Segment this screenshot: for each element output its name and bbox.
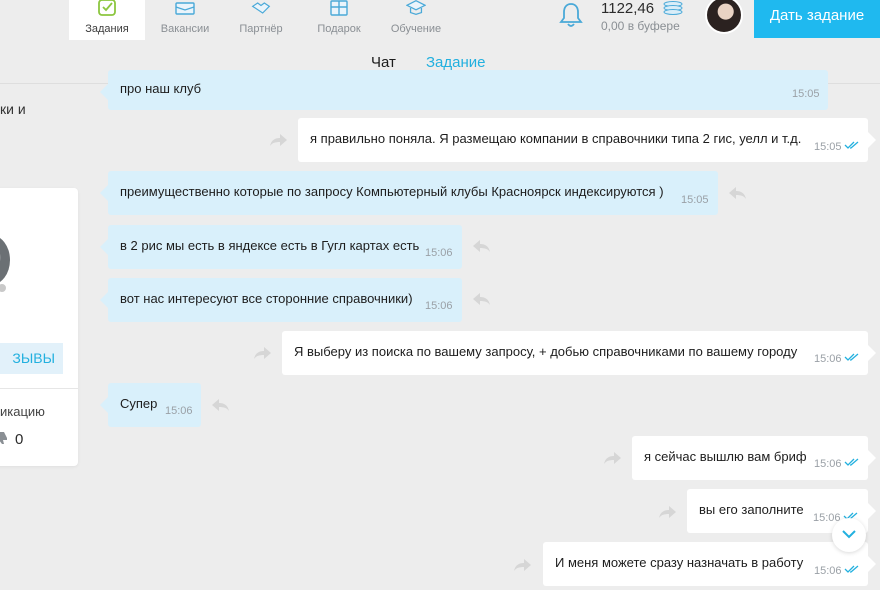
bell-icon[interactable] <box>559 2 583 28</box>
message-incoming: про наш клуб 15:05 <box>100 70 828 110</box>
reviews-button[interactable]: ЗЫВЫ <box>0 343 63 374</box>
reply-icon[interactable] <box>514 559 532 571</box>
message-outgoing: я сейчас вышлю вам бриф 15:06 <box>632 436 876 480</box>
message-text: преимущественно которые по запросу Компь… <box>120 184 664 199</box>
left-panel-caption: икацию <box>0 404 45 419</box>
message-text: вы его заполните <box>699 502 804 517</box>
message-time: 15:06 <box>425 300 453 312</box>
reply-icon[interactable] <box>211 399 229 411</box>
card-divider <box>0 388 78 389</box>
read-ticks-icon <box>844 565 859 573</box>
read-ticks-icon <box>844 458 859 466</box>
nav-item-learning-label: Обучение <box>390 23 442 35</box>
give-task-button[interactable]: Дать задание <box>754 0 880 38</box>
message-text: я правильно поняла. Я размещаю компании … <box>310 131 802 146</box>
reply-icon[interactable] <box>659 506 677 518</box>
briefcase-icon <box>175 2 195 15</box>
balance-amount: 1122,46 <box>601 0 655 17</box>
chevron-down-icon <box>842 530 856 539</box>
reply-icon[interactable] <box>270 134 288 146</box>
left-panel-text: ки и <box>0 101 26 117</box>
message-text: я сейчас вышлю вам бриф <box>644 449 807 464</box>
reply-icon[interactable] <box>472 293 490 305</box>
message-incoming: в 2 рис мы есть в яндексе есть в Гугл ка… <box>100 225 462 269</box>
tasks-icon <box>98 0 116 16</box>
message-time: 15:06 <box>814 565 842 577</box>
handshake-icon <box>251 2 271 14</box>
message-text: Супер <box>120 396 158 411</box>
top-nav: Задания Вакансии Партнёр Подарок Обучени… <box>0 0 880 40</box>
buffer-amount: 0,00 в буфере <box>601 19 680 33</box>
message-outgoing: я правильно поняла. Я размещаю компании … <box>298 118 876 162</box>
dislike-count: 0 <box>15 431 24 448</box>
message-time: 15:06 <box>814 353 842 365</box>
read-ticks-icon <box>844 353 859 361</box>
read-ticks-icon <box>844 141 859 149</box>
message-text: вот нас интересуют все сторонние справоч… <box>120 291 413 306</box>
message-time: 15:05 <box>814 141 842 153</box>
scroll-to-bottom-button[interactable] <box>832 518 866 552</box>
message-text: Я выберу из поиска по вашему запросу, + … <box>294 344 798 359</box>
message-incoming: вот нас интересуют все сторонние справоч… <box>100 278 462 322</box>
coins-icon <box>663 1 683 15</box>
nav-item-learning[interactable]: Обучение <box>378 0 454 40</box>
nav-item-gift-label: Подарок <box>317 23 361 35</box>
nav-item-tasks[interactable]: Задания <box>69 0 145 40</box>
message-time: 15:05 <box>792 88 820 100</box>
profile-card <box>0 188 78 466</box>
tab-chat[interactable]: Чат <box>371 54 396 71</box>
nav-item-partner-label: Партнёр <box>239 23 283 35</box>
reply-icon[interactable] <box>472 240 490 252</box>
message-outgoing: Я выберу из поиска по вашему запросу, + … <box>282 331 876 375</box>
reply-icon[interactable] <box>728 187 746 199</box>
message-time: 15:06 <box>165 405 193 417</box>
user-avatar[interactable] <box>705 0 743 34</box>
message-outgoing: И меня можете сразу назначать в работу 1… <box>543 542 876 586</box>
reply-icon[interactable] <box>254 347 272 359</box>
message-text: И меня можете сразу назначать в работу <box>555 555 804 570</box>
nav-item-partner[interactable]: Партнёр <box>223 0 299 40</box>
message-incoming: Супер 15:06 <box>100 383 201 427</box>
reply-icon[interactable] <box>604 452 622 464</box>
message-text: в 2 рис мы есть в яндексе есть в Гугл ка… <box>120 238 420 253</box>
tab-task[interactable]: Задание <box>426 54 486 71</box>
message-time: 15:05 <box>681 194 709 206</box>
nav-item-gift[interactable]: Подарок <box>301 0 377 40</box>
nav-item-tasks-label: Задания <box>85 23 129 35</box>
dislike-icon[interactable] <box>0 431 8 445</box>
graduation-cap-icon <box>406 0 426 16</box>
gift-icon <box>330 0 348 16</box>
nav-item-vacancies-label: Вакансии <box>160 23 210 35</box>
message-time: 15:06 <box>814 458 842 470</box>
message-incoming: преимущественно которые по запросу Компь… <box>100 171 718 215</box>
nav-item-vacancies[interactable]: Вакансии <box>147 0 223 40</box>
message-time: 15:06 <box>425 247 453 259</box>
message-text: про наш клуб <box>120 81 202 96</box>
